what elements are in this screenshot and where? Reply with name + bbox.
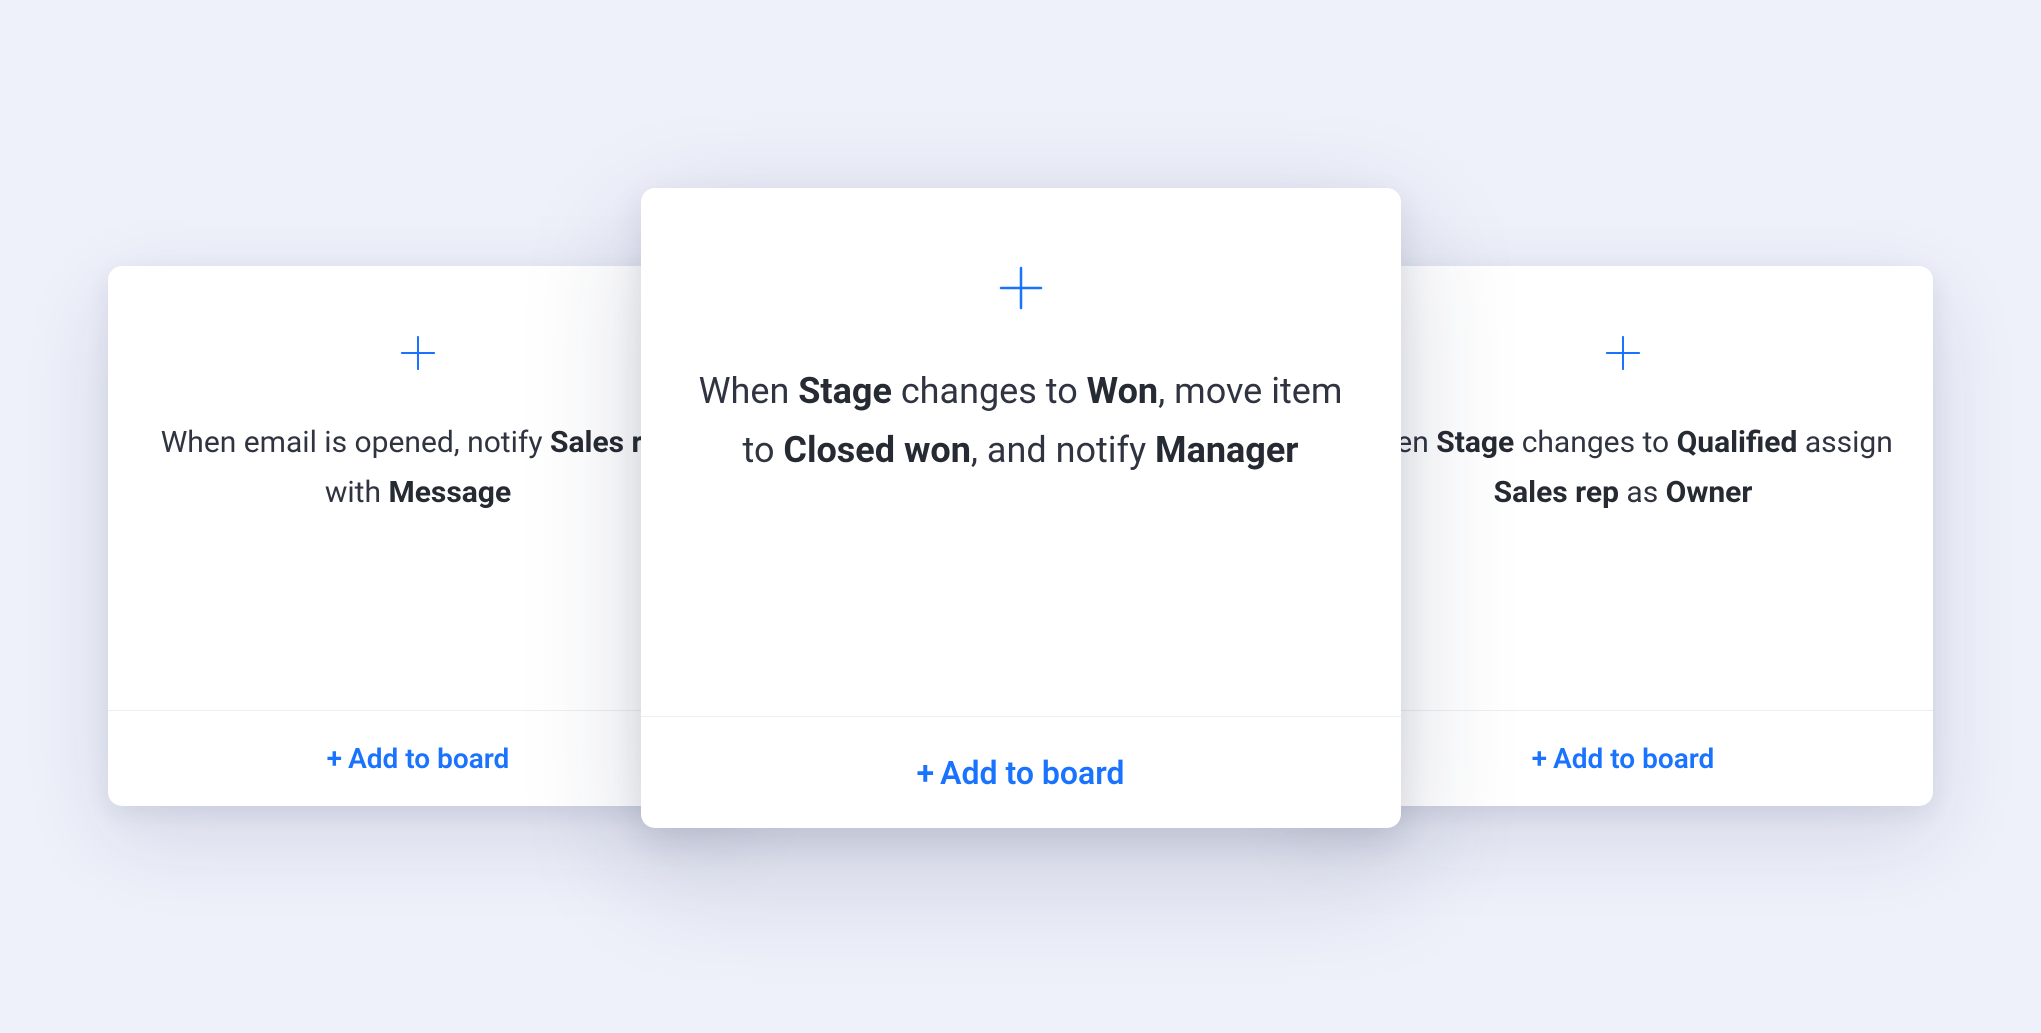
add-to-board-label: Add to board <box>940 754 1124 792</box>
add-to-board-label: Add to board <box>1553 742 1714 775</box>
automation-description: When Stage changes to Qualified assign S… <box>1313 418 1933 710</box>
plus-icon: + <box>917 754 935 792</box>
plus-icon: + <box>1532 742 1547 775</box>
automation-description: When email is opened, notify Sales rep w… <box>108 418 728 710</box>
add-to-board-label: Add to board <box>348 742 509 775</box>
automation-card-left: When email is opened, notify Sales rep w… <box>108 266 728 806</box>
add-to-board-button[interactable]: + Add to board <box>641 716 1401 828</box>
automation-cards-canvas: When email is opened, notify Sales rep w… <box>0 0 2041 1033</box>
add-to-board-button[interactable]: + Add to board <box>1313 710 1933 806</box>
add-to-board-button[interactable]: + Add to board <box>108 710 728 806</box>
plus-icon <box>1602 266 1644 418</box>
automation-card-center: When Stage changes to Won, move item to … <box>641 188 1401 828</box>
automation-card-right: When Stage changes to Qualified assign S… <box>1313 266 1933 806</box>
plus-icon <box>995 188 1047 362</box>
plus-icon <box>397 266 439 418</box>
automation-description: When Stage changes to Won, move item to … <box>641 362 1401 716</box>
plus-icon: + <box>327 742 342 775</box>
